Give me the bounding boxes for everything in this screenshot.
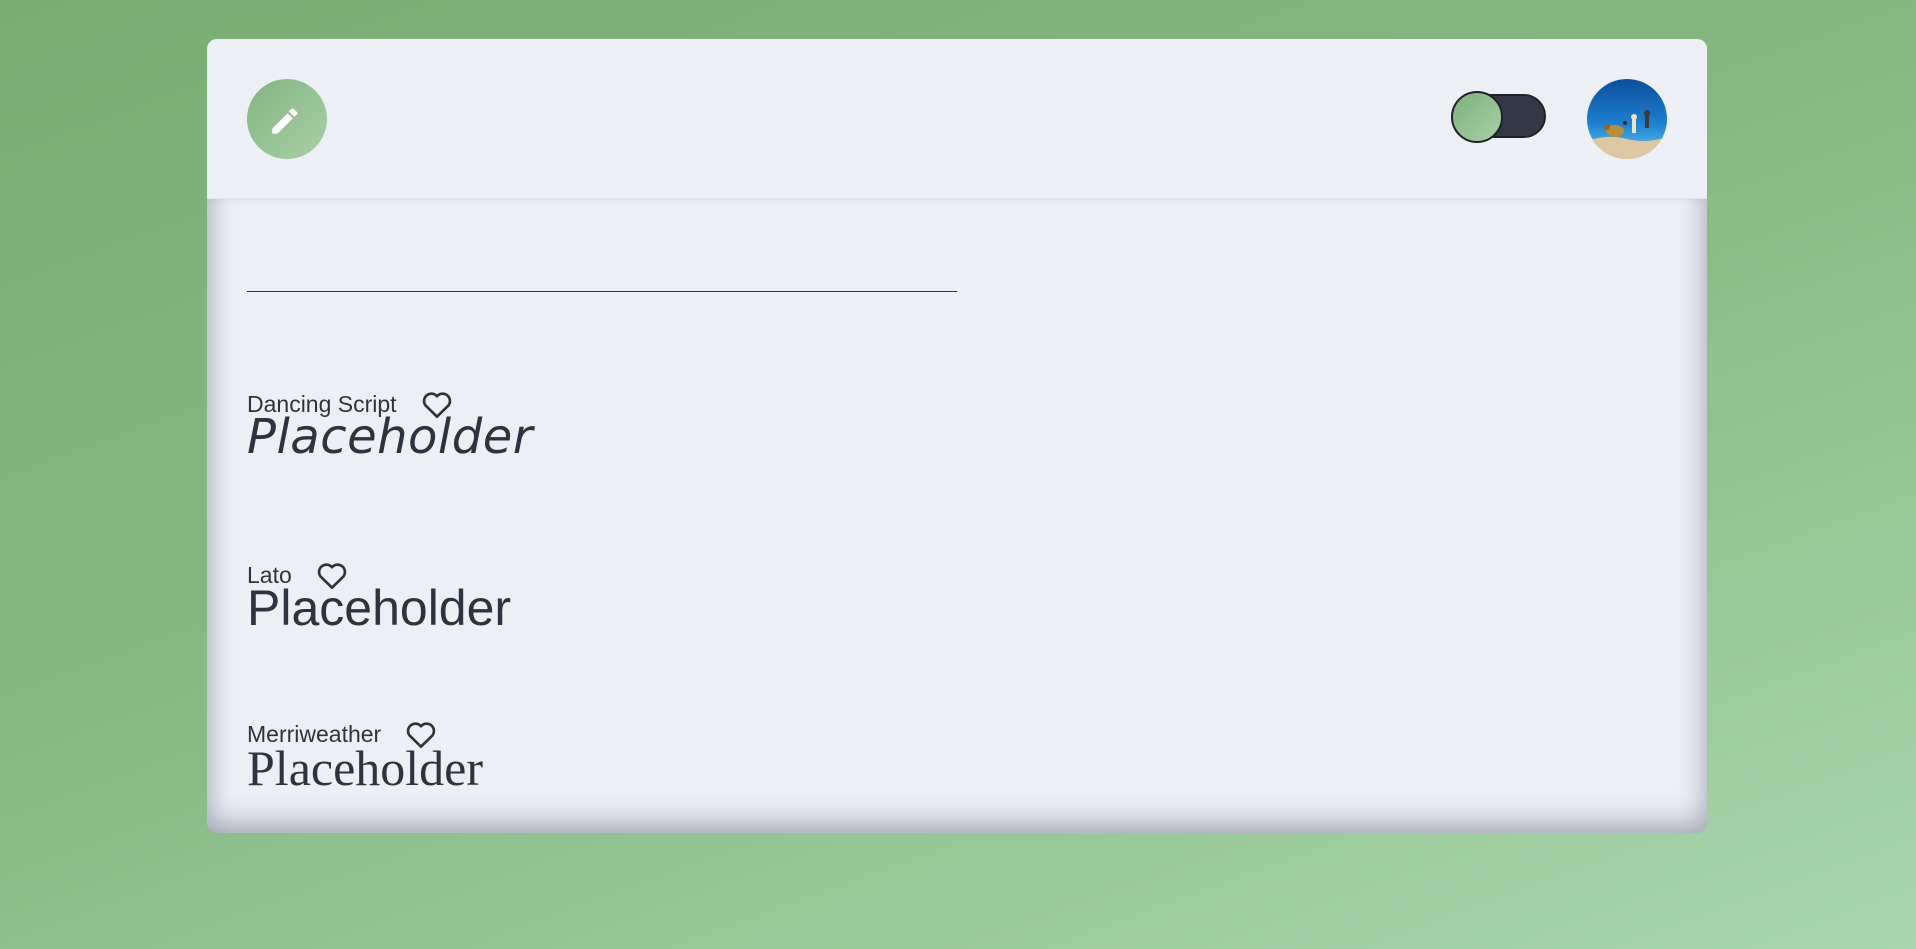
app-card: Dancing Script Placeholder Lato Placehol…	[207, 39, 1707, 833]
avatar-image	[1587, 79, 1667, 159]
app-header	[207, 39, 1707, 199]
avatar[interactable]	[1587, 79, 1667, 159]
font-sample-dancing-script: Placeholder	[247, 409, 533, 465]
pencil-icon	[272, 108, 298, 134]
toggle-knob	[1451, 91, 1503, 143]
font-sample-lato: Placeholder	[247, 580, 512, 636]
theme-toggle[interactable]	[1451, 91, 1546, 143]
search-input[interactable]	[247, 249, 957, 292]
logo-button[interactable]	[247, 79, 327, 159]
font-sample-merriweather: Placeholder	[247, 740, 484, 796]
